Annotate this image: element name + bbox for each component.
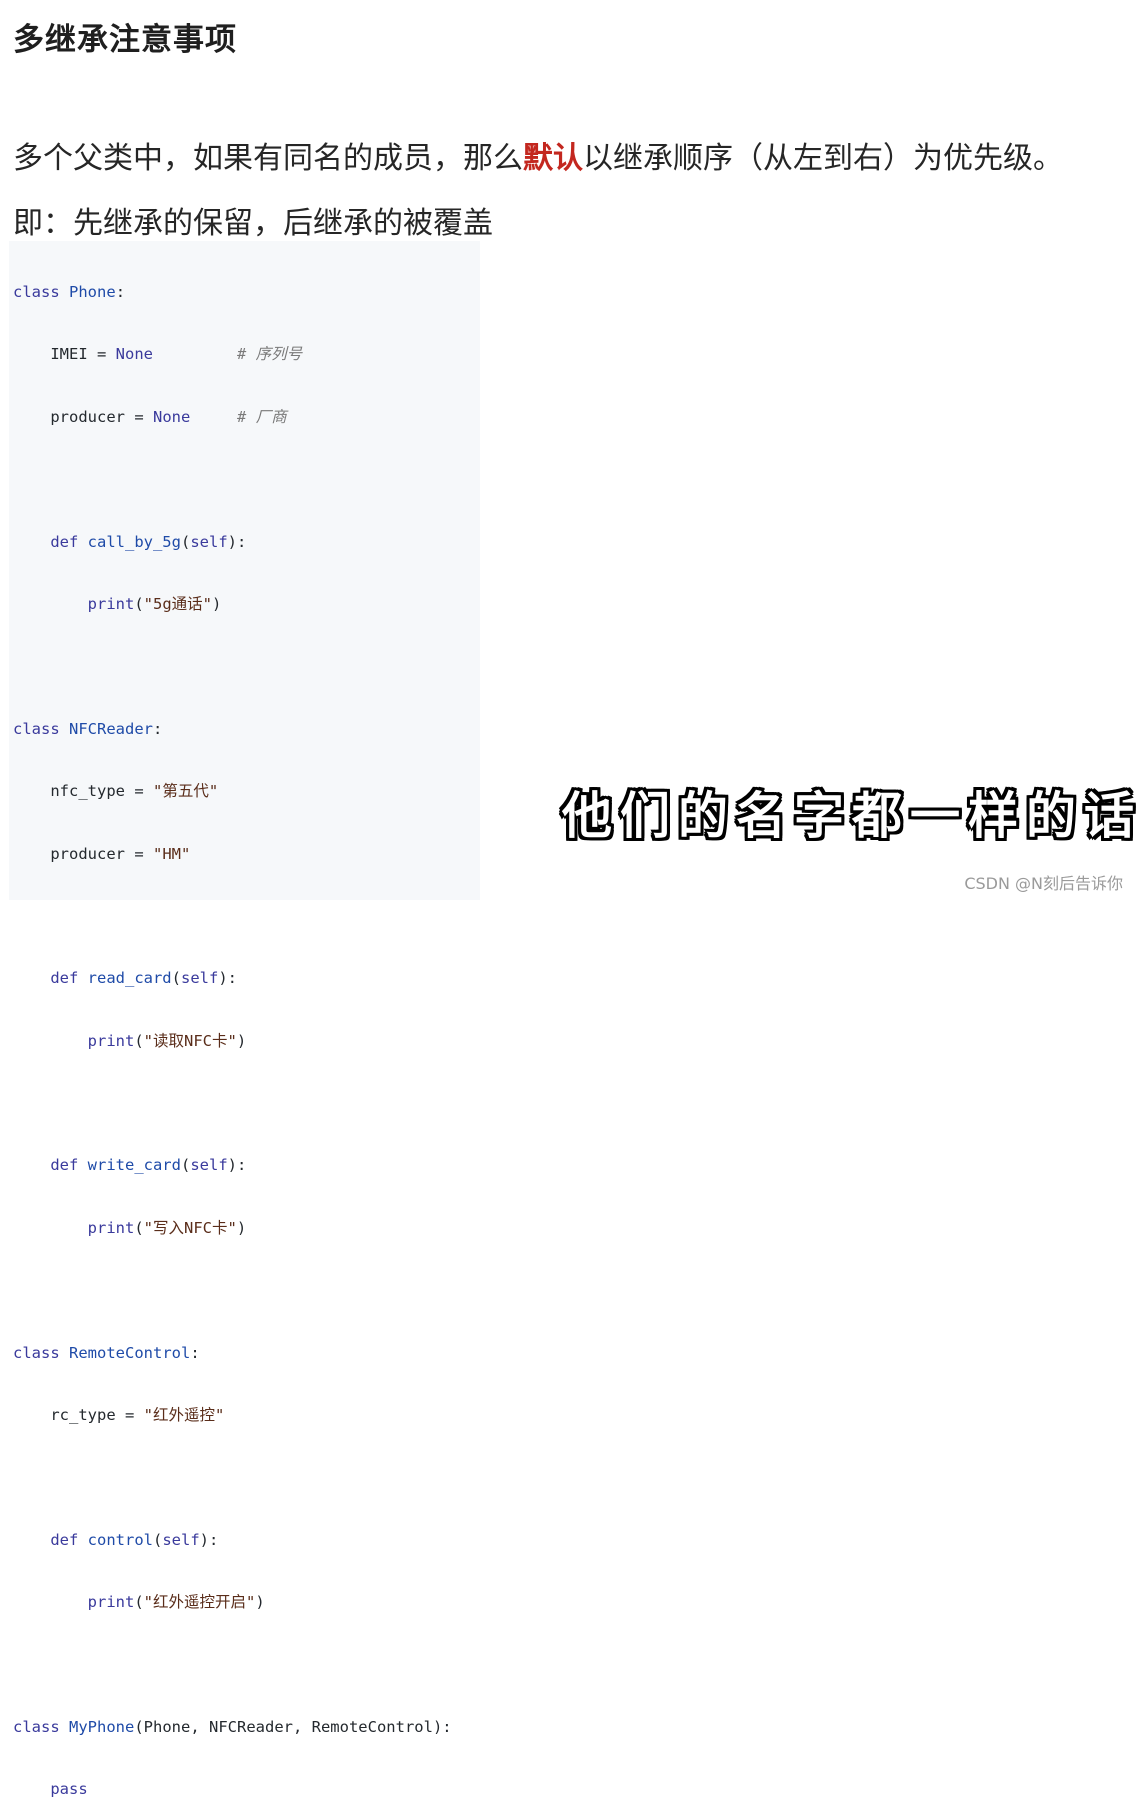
code-line: def read_card(self):: [13, 965, 452, 991]
code-comment: # 序列号: [236, 345, 303, 364]
code-class-name: Phone: [69, 283, 116, 301]
code-text: nfc_type =: [13, 782, 153, 801]
code-class-name: NFCReader: [69, 719, 154, 738]
code-text: producer =: [13, 844, 153, 863]
code-line: print("写入NFC卡"): [13, 1215, 452, 1241]
code-text: :: [190, 1343, 200, 1362]
code-self: self: [162, 1530, 200, 1549]
code-text: (: [134, 1218, 144, 1237]
code-comment: # 厂商: [236, 407, 287, 426]
code-function-name: read_card: [87, 969, 172, 988]
code-line: class Phone:: [13, 279, 452, 305]
code-line: class RemoteControl:: [13, 1340, 452, 1366]
code-builtin: print: [13, 594, 135, 613]
code-string: "HM": [152, 844, 191, 863]
code-keyword: class: [13, 1343, 60, 1362]
code-line: def write_card(self):: [13, 1152, 452, 1178]
code-line: print("读取NFC卡"): [13, 1028, 452, 1054]
code-text: :: [115, 283, 126, 301]
code-function-name: control: [87, 1530, 153, 1549]
code-text: IMEI =: [13, 345, 116, 364]
code-content: class Phone: IMEI = None # 序列号 producer …: [13, 243, 452, 1800]
code-class-name: MyPhone: [69, 1717, 135, 1736]
code-text: ):: [227, 532, 247, 551]
code-text: (: [152, 1530, 163, 1549]
code-string: "5g通话": [143, 594, 212, 613]
code-text: producer =: [13, 407, 153, 426]
code-line: def control(self):: [13, 1527, 452, 1553]
code-text: ): [212, 594, 222, 613]
code-text: (: [134, 1593, 144, 1612]
code-keyword: class: [13, 1717, 60, 1736]
code-keyword: def: [13, 969, 88, 988]
code-line: producer = None # 厂商: [13, 404, 452, 430]
code-text: ):: [227, 1156, 247, 1175]
code-self: self: [190, 532, 228, 551]
code-class-name: RemoteControl: [69, 1343, 191, 1362]
code-line: rc_type = "红外遥控": [13, 1402, 452, 1428]
code-text: (: [134, 1031, 144, 1050]
code-builtin: print: [13, 1218, 135, 1237]
code-text: :: [153, 719, 163, 738]
code-text: (: [180, 532, 191, 551]
code-line: class NFCReader:: [13, 716, 452, 742]
rule-text-before: 多个父类中，如果有同名的成员，那么: [13, 141, 523, 176]
code-block: class Phone: IMEI = None # 序列号 producer …: [9, 241, 480, 1798]
code-builtin: print: [13, 1593, 135, 1612]
code-string: "第五代": [152, 782, 219, 801]
code-text: (: [171, 969, 181, 988]
code-text: (Phone, NFCReader, RemoteControl):: [134, 1717, 452, 1736]
code-string: "写入NFC卡": [143, 1218, 237, 1237]
code-keyword: None: [152, 407, 191, 426]
code-line: print("5g通话"): [13, 591, 452, 617]
page-title: 多继承注意事项: [13, 22, 237, 58]
code-keyword: None: [115, 345, 153, 364]
code-keyword: class: [13, 283, 60, 301]
code-builtin: print: [13, 1031, 135, 1050]
code-string: "读取NFC卡": [143, 1031, 237, 1050]
code-line: class MyPhone(Phone, NFCReader, RemoteCo…: [13, 1714, 452, 1740]
code-function-name: write_card: [87, 1156, 181, 1175]
code-text: ): [255, 1593, 265, 1612]
code-text: ):: [199, 1530, 219, 1549]
rule-paragraph: 多个父类中，如果有同名的成员，那么默认以继承顺序（从左到右）为优先级。: [13, 133, 1063, 177]
code-string: "红外遥控": [143, 1406, 225, 1425]
code-keyword: def: [13, 532, 88, 551]
code-self: self: [181, 969, 219, 988]
watermark: CSDN @N刻后告诉你: [964, 874, 1123, 893]
code-line: def call_by_5g(self):: [13, 529, 452, 555]
rule-summary: 即：先继承的保留，后继承的被覆盖: [13, 206, 493, 241]
code-self: self: [190, 1156, 228, 1175]
video-subtitle: 他们的名字都一样的话: [562, 787, 1137, 845]
code-text: ): [236, 1218, 247, 1237]
code-function-name: call_by_5g: [87, 532, 181, 551]
code-line: print("红外遥控开启"): [13, 1589, 452, 1615]
code-keyword: def: [13, 1156, 88, 1175]
rule-text-after: 以继承顺序（从左到右）为优先级。: [583, 141, 1063, 176]
code-text: ): [236, 1031, 247, 1050]
code-text: (: [134, 594, 144, 613]
code-line: pass: [13, 1776, 452, 1800]
code-line: producer = "HM": [13, 841, 452, 867]
code-keyword: class: [13, 719, 60, 738]
code-text: ):: [218, 969, 237, 988]
code-line: IMEI = None # 序列号: [13, 341, 452, 367]
rule-highlight: 默认: [523, 141, 583, 176]
code-keyword: def: [13, 1530, 88, 1549]
code-keyword: pass: [13, 1780, 88, 1799]
code-line: nfc_type = "第五代": [13, 778, 452, 804]
code-text: rc_type =: [13, 1406, 144, 1425]
code-text: (: [180, 1156, 191, 1175]
code-string: "红外遥控开启": [143, 1593, 256, 1612]
